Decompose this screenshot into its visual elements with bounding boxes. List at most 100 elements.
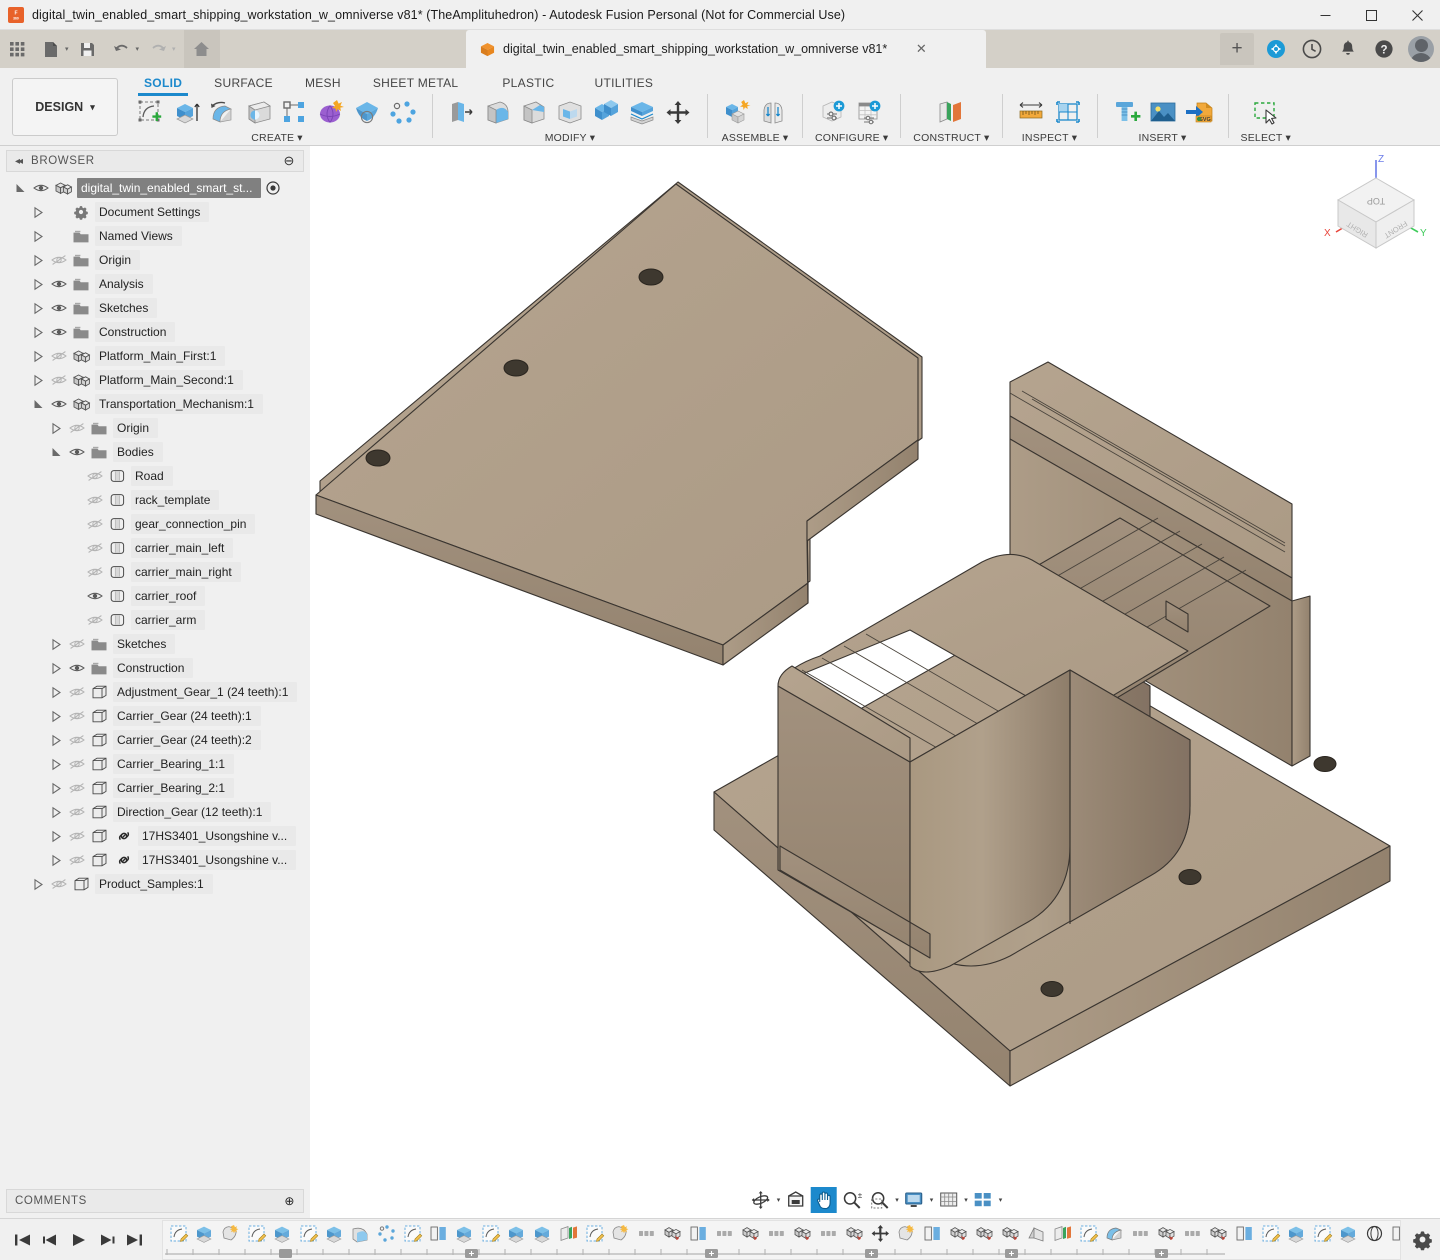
pattern-rectangular-icon[interactable] bbox=[278, 96, 312, 130]
visibility-eye-icon[interactable] bbox=[84, 614, 106, 626]
grid-snap-caret-icon[interactable]: ▾ bbox=[964, 1196, 968, 1204]
browser-item-transportation-mechanism-1[interactable]: Transportation_Mechanism:1 bbox=[0, 392, 310, 416]
browser-item-carrier-main-left[interactable]: carrier_main_left bbox=[0, 536, 310, 560]
new-file-icon[interactable] bbox=[36, 34, 66, 64]
help-icon[interactable]: ? bbox=[1369, 34, 1399, 64]
visibility-eye-icon[interactable] bbox=[48, 326, 70, 338]
panel-configure-label[interactable]: CONFIGURE▾ bbox=[815, 132, 888, 144]
view-cube[interactable]: Z X Y TOP RIGHT FRONT bbox=[1314, 150, 1434, 260]
home-button[interactable] bbox=[184, 30, 220, 68]
timeline-feature-plane[interactable] bbox=[556, 1222, 580, 1246]
timeline-feature-extrude[interactable] bbox=[270, 1222, 294, 1246]
timeline-feature-sketch[interactable] bbox=[478, 1222, 502, 1246]
timeline-feature-thread[interactable] bbox=[1362, 1222, 1386, 1246]
timeline-feature-extrude[interactable] bbox=[192, 1222, 216, 1246]
job-status-icon[interactable] bbox=[1297, 34, 1327, 64]
browser-item-sketches[interactable]: Sketches bbox=[0, 632, 310, 656]
timeline-feature-pattern-circular[interactable] bbox=[374, 1222, 398, 1246]
new-file-caret-icon[interactable]: ▾ bbox=[65, 45, 69, 53]
expand-arrow-icon[interactable] bbox=[28, 272, 48, 296]
panel-modify-label[interactable]: MODIFY▾ bbox=[545, 132, 596, 144]
timeline-feature-component[interactable] bbox=[842, 1222, 866, 1246]
browser-item-origin[interactable]: Origin bbox=[0, 416, 310, 440]
tab-surface[interactable]: SURFACE bbox=[198, 74, 289, 95]
browser-item-sketches[interactable]: Sketches bbox=[0, 296, 310, 320]
timeline-feature-rib[interactable] bbox=[1024, 1222, 1048, 1246]
timeline-feature-extrude[interactable] bbox=[530, 1222, 554, 1246]
shell-icon[interactable] bbox=[553, 96, 587, 130]
timeline-feature-group[interactable] bbox=[816, 1222, 840, 1246]
expand-arrow-icon[interactable] bbox=[28, 224, 48, 248]
undo-caret-icon[interactable]: ▾ bbox=[136, 45, 140, 53]
visibility-eye-icon[interactable] bbox=[84, 590, 106, 602]
timeline-feature-component[interactable] bbox=[660, 1222, 684, 1246]
timeline-feature-component[interactable] bbox=[1206, 1222, 1230, 1246]
document-tab[interactable]: digital_twin_enabled_smart_shipping_work… bbox=[466, 30, 986, 68]
zoom-window-caret-icon[interactable]: ▾ bbox=[895, 1196, 899, 1204]
offset-face-icon[interactable] bbox=[625, 96, 659, 130]
orbit-icon[interactable] bbox=[748, 1187, 774, 1213]
fillet-icon[interactable] bbox=[481, 96, 515, 130]
browser-item-carrier-main-right[interactable]: carrier_main_right bbox=[0, 560, 310, 584]
timeline-feature-mirror[interactable] bbox=[1232, 1222, 1256, 1246]
combine-icon[interactable] bbox=[589, 96, 623, 130]
browser-item-17hs3401-usongshine-v[interactable]: 17HS3401_Usongshine v... bbox=[0, 848, 310, 872]
visibility-eye-icon[interactable] bbox=[48, 350, 70, 362]
joint-icon[interactable] bbox=[756, 96, 790, 130]
visibility-eye-icon[interactable] bbox=[66, 806, 88, 818]
expand-arrow-icon[interactable] bbox=[46, 680, 66, 704]
browser-item-17hs3401-usongshine-v[interactable]: 17HS3401_Usongshine v... bbox=[0, 824, 310, 848]
zoom-window-icon[interactable] bbox=[866, 1187, 892, 1213]
timeline-feature-form[interactable] bbox=[218, 1222, 242, 1246]
expand-arrow-icon[interactable] bbox=[46, 416, 66, 440]
timeline-feature-mirror[interactable] bbox=[1388, 1222, 1401, 1246]
visibility-eye-icon[interactable] bbox=[84, 470, 106, 482]
app-grid-icon[interactable] bbox=[2, 34, 32, 64]
tab-plastic[interactable]: PLASTIC bbox=[474, 74, 570, 95]
visibility-eye-icon[interactable] bbox=[30, 182, 52, 194]
expand-arrow-icon[interactable] bbox=[46, 728, 66, 752]
expand-arrow-icon[interactable] bbox=[28, 200, 48, 224]
minimize-button[interactable] bbox=[1302, 0, 1348, 30]
press-pull-icon[interactable] bbox=[445, 96, 479, 130]
configuration-icon[interactable] bbox=[817, 96, 851, 130]
maximize-button[interactable] bbox=[1348, 0, 1394, 30]
browser-item-carrier-bearing-1-1[interactable]: Carrier_Bearing_1:1 bbox=[0, 752, 310, 776]
expand-arrow-icon[interactable] bbox=[46, 800, 66, 824]
new-component-icon[interactable] bbox=[720, 96, 754, 130]
browser-item-adjustment-gear-1-24-teeth-1[interactable]: Adjustment_Gear_1 (24 teeth):1 bbox=[0, 680, 310, 704]
visibility-eye-icon[interactable] bbox=[66, 854, 88, 866]
browser-item-named-views[interactable]: Named Views bbox=[0, 224, 310, 248]
step-back-button[interactable] bbox=[38, 1227, 64, 1253]
grid-snap-icon[interactable] bbox=[935, 1187, 961, 1213]
expand-arrow-icon[interactable] bbox=[46, 440, 66, 464]
user-avatar[interactable] bbox=[1408, 36, 1434, 62]
timeline-feature-extrude[interactable] bbox=[1284, 1222, 1308, 1246]
timeline-feature-extrude[interactable] bbox=[322, 1222, 346, 1246]
timeline-feature-group[interactable] bbox=[764, 1222, 788, 1246]
timeline-feature-sketch[interactable] bbox=[1258, 1222, 1282, 1246]
timeline-feature-component[interactable] bbox=[1154, 1222, 1178, 1246]
insert-mcmaster-icon[interactable] bbox=[1110, 96, 1144, 130]
model-3d-render[interactable] bbox=[310, 146, 1440, 1156]
panel-construct-label[interactable]: CONSTRUCT▾ bbox=[913, 132, 989, 144]
visibility-eye-icon[interactable] bbox=[66, 686, 88, 698]
workspace-switcher-button[interactable]: DESIGN ▾ bbox=[12, 78, 118, 136]
timeline-feature-form[interactable] bbox=[608, 1222, 632, 1246]
browser-item-carrier-gear-24-teeth-2[interactable]: Carrier_Gear (24 teeth):2 bbox=[0, 728, 310, 752]
activate-component-icon[interactable] bbox=[264, 179, 282, 197]
timeline-feature-component[interactable] bbox=[738, 1222, 762, 1246]
expand-arrow-icon[interactable] bbox=[46, 752, 66, 776]
timeline-feature-mirror[interactable] bbox=[426, 1222, 450, 1246]
play-button[interactable] bbox=[66, 1227, 92, 1253]
timeline-settings-gear-icon[interactable] bbox=[1409, 1225, 1436, 1255]
orbit-caret-icon[interactable]: ▾ bbox=[777, 1196, 781, 1204]
timeline-feature-sketch[interactable] bbox=[400, 1222, 424, 1246]
timeline-feature-component[interactable] bbox=[790, 1222, 814, 1246]
timeline-feature-sketch[interactable] bbox=[1310, 1222, 1334, 1246]
browser-item-platform-main-second-1[interactable]: Platform_Main_Second:1 bbox=[0, 368, 310, 392]
redo-icon[interactable] bbox=[143, 34, 173, 64]
timeline-feature-sketch[interactable] bbox=[244, 1222, 268, 1246]
section-analysis-icon[interactable] bbox=[1051, 96, 1085, 130]
expand-arrow-icon[interactable] bbox=[46, 632, 66, 656]
